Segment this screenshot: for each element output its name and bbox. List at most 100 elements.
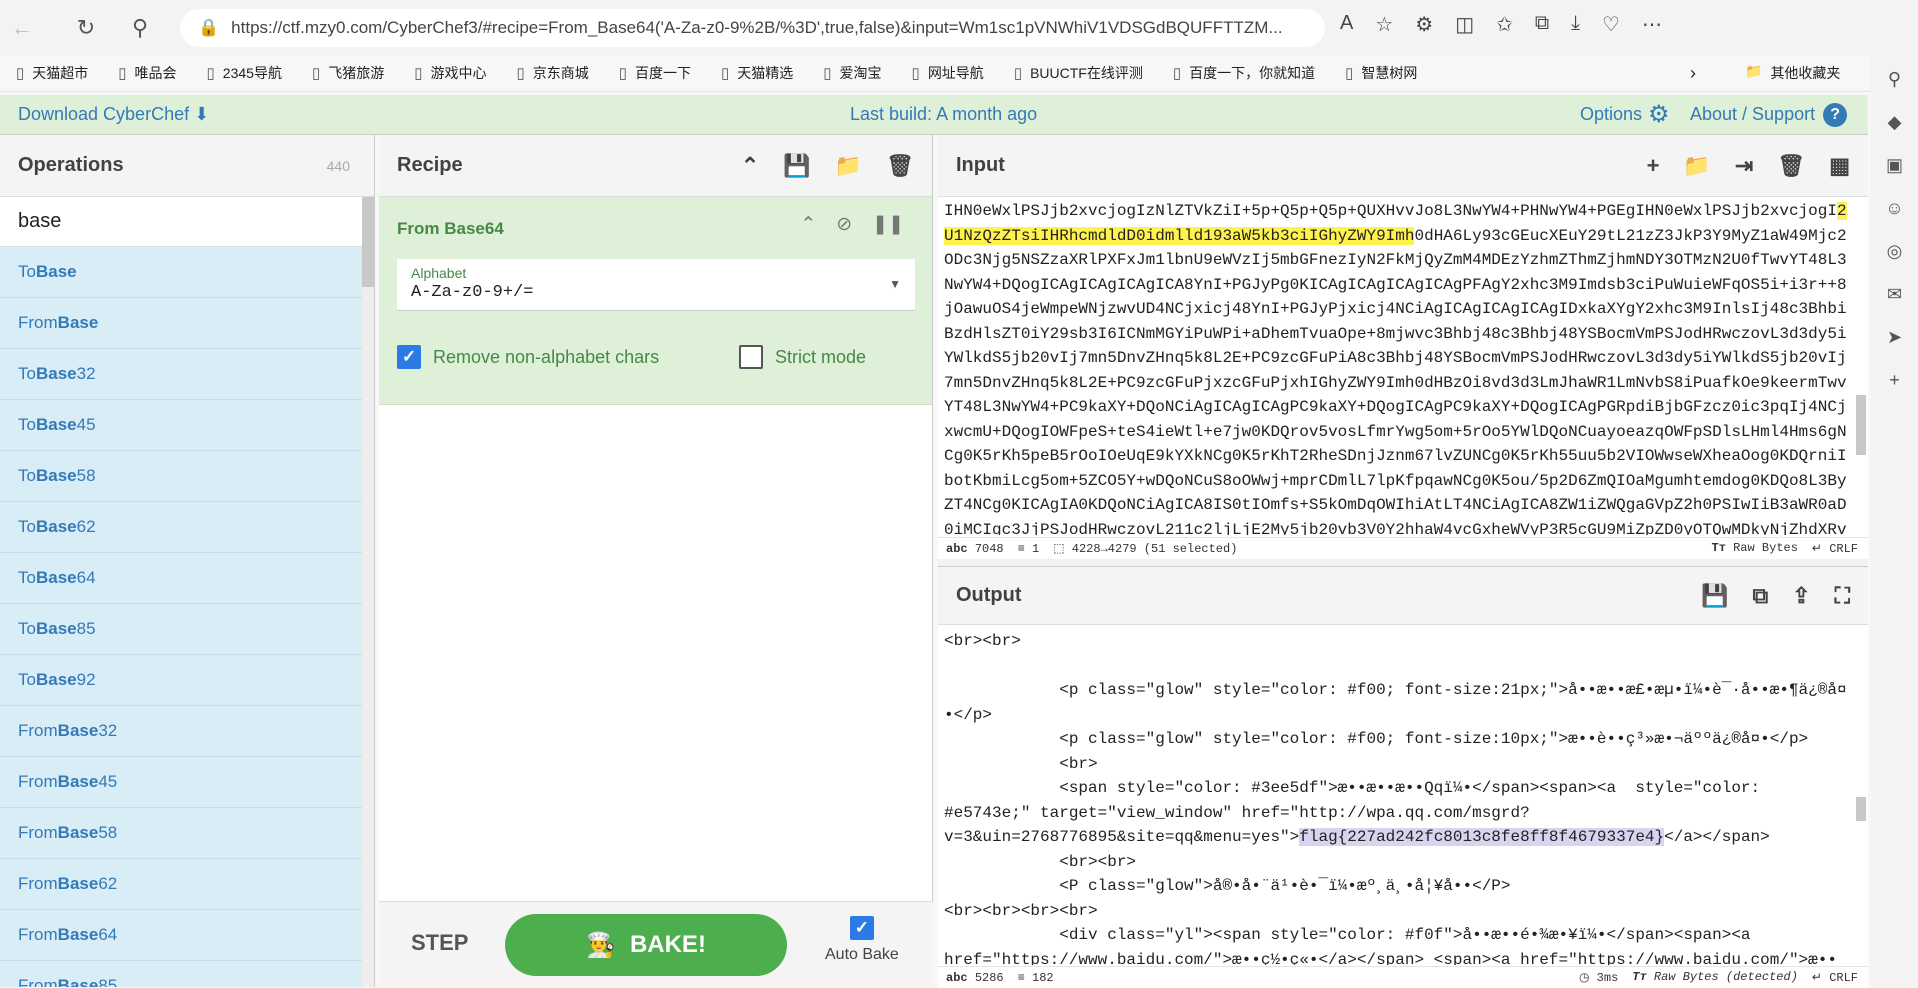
operation-item[interactable]: From Base 32	[0, 706, 363, 757]
operation-item[interactable]: To Base 62	[0, 502, 363, 553]
operation-item[interactable]: To Base 92	[0, 655, 363, 706]
operation-item[interactable]: From Base 85	[0, 961, 363, 987]
download-link[interactable]: Download CyberChef ⬇	[18, 104, 209, 125]
disable-icon[interactable]: ⊘	[836, 213, 852, 236]
operation-item[interactable]: To Base 45	[0, 400, 363, 451]
encoding-button[interactable]: Tт Raw Bytes (detected)	[1632, 970, 1798, 985]
favorite-icon[interactable]: ☆	[1375, 12, 1393, 37]
pause-icon[interactable]: ❚❚	[872, 213, 904, 236]
alphabet-select[interactable]: Alphabet A-Za-z0-9+/= ▼	[397, 259, 915, 311]
reload-icon[interactable]: ↻	[64, 15, 108, 41]
bookmark-item[interactable]: ▯ 2345导航	[207, 63, 282, 83]
bookmark-item[interactable]: ▯ 爱淘宝	[823, 63, 881, 83]
bookmark-item[interactable]: ▯ 唯品会	[118, 63, 176, 83]
eol-button[interactable]: ↵ CRLF	[1812, 970, 1858, 985]
collapse-icon[interactable]: ⌃	[800, 213, 816, 236]
favorites-icon[interactable]: ✩	[1496, 12, 1513, 37]
send-icon[interactable]: ➤	[1887, 327, 1902, 348]
tag-icon[interactable]: ◆	[1888, 112, 1902, 133]
output-scrollbar[interactable]	[1856, 797, 1866, 821]
collections-icon[interactable]: ⧉	[1535, 12, 1549, 37]
operation-item[interactable]: To Base 58	[0, 451, 363, 502]
bookmark-item[interactable]: ▯ 游戏中心	[414, 63, 486, 83]
bookmark-item[interactable]: ▯ 智慧树网	[1345, 63, 1417, 83]
output-text[interactable]: <br><br> <p class="glow" style="color: #…	[944, 629, 1848, 965]
bookmark-item[interactable]: ▯ 天猫超市	[16, 63, 88, 83]
bookmark-item[interactable]: ▯ 百度一下	[619, 63, 691, 83]
bookmark-item[interactable]: ▯ 京东商城	[516, 63, 588, 83]
operation-item[interactable]: From Base	[0, 298, 363, 349]
about-button[interactable]: About / Support?	[1690, 102, 1848, 127]
open-folder-icon[interactable]: 📁	[1683, 153, 1710, 179]
trash-icon[interactable]: 🗑	[886, 153, 914, 179]
checkbox-checked-icon: ✓	[397, 345, 421, 369]
add-tab-icon[interactable]: +	[1647, 153, 1660, 179]
outlook-icon[interactable]: ✉	[1887, 284, 1902, 305]
operations-count: 440	[326, 157, 350, 174]
extensions-icon[interactable]: ⚙	[1415, 12, 1433, 37]
output-line: <br><br>	[944, 632, 1021, 650]
bookmark-item[interactable]: ▯ 天猫精选	[721, 63, 793, 83]
output-line: <P class="glow">å®•å•¨ä¹•è•¯ï¼•æº¸ä¸•å¦¥…	[944, 877, 1511, 895]
read-aloud-icon[interactable]: A	[1340, 12, 1353, 37]
operation-item[interactable]: To Base 32	[0, 349, 363, 400]
health-icon[interactable]: ♡	[1602, 12, 1620, 37]
address-bar[interactable]: 🔒 https://ctf.mzy0.com/CyberChef3/#recipe…	[180, 9, 1325, 47]
output-line: <span style="color: #3ee5df">æ••æ••æ••Qq…	[944, 779, 1761, 797]
trash-icon[interactable]: 🗑	[1777, 153, 1805, 179]
add-icon[interactable]: +	[1889, 370, 1900, 391]
downloads-icon[interactable]: ⤓	[1571, 12, 1580, 37]
operation-item[interactable]: To Base 64	[0, 553, 363, 604]
options-button[interactable]: Options ⚙	[1580, 100, 1670, 129]
save-icon[interactable]: 💾	[1701, 583, 1728, 609]
lock-icon: 🔒	[198, 18, 220, 37]
bookmark-item[interactable]: ▯ BUUCTF在线评测	[1014, 63, 1143, 83]
operation-item[interactable]: To Base	[0, 247, 363, 298]
eol-button[interactable]: ↵ CRLF	[1812, 541, 1858, 556]
more-icon[interactable]: ⋯	[1642, 12, 1662, 37]
operation-item[interactable]: To Base 85	[0, 604, 363, 655]
other-bookmarks[interactable]: 📁 其他收藏夹	[1745, 63, 1840, 83]
folder-icon[interactable]: 📁	[835, 153, 862, 179]
back-icon[interactable]: ←	[0, 15, 44, 41]
toolbox-icon[interactable]: ▣	[1886, 155, 1903, 176]
more-bookmarks-icon[interactable]: ›	[1690, 63, 1696, 84]
output-line: <br><br>	[944, 852, 1137, 871]
split-screen-icon[interactable]: ◫	[1455, 12, 1474, 37]
operation-item[interactable]: From Base 58	[0, 808, 363, 859]
panel-resize-handle[interactable]	[938, 559, 1868, 566]
layout-icon[interactable]: ▦	[1829, 153, 1850, 179]
copy-icon[interactable]: ⧉	[1752, 583, 1768, 609]
operations-scrollbar[interactable]	[362, 197, 374, 987]
strict-mode-checkbox[interactable]: Strict mode	[739, 345, 866, 369]
step-button[interactable]: STEP	[411, 930, 468, 956]
search-icon[interactable]: ⚲	[1888, 69, 1901, 90]
input-scrollbar[interactable]	[1856, 395, 1866, 455]
save-icon[interactable]: 💾	[783, 153, 810, 179]
people-icon[interactable]: ☺	[1885, 198, 1903, 219]
url-text: https://ctf.mzy0.com/CyberChef3/#recipe=…	[231, 18, 1283, 37]
operations-panel: Operations 440 base To Base From Base To Ba…	[0, 135, 375, 987]
operation-item[interactable]: From Base 64	[0, 910, 363, 961]
encoding-button[interactable]: Tт Raw Bytes	[1712, 541, 1798, 556]
operations-search-input[interactable]: base	[0, 197, 363, 247]
last-build: Last build: A month ago	[850, 104, 1038, 124]
operation-item[interactable]: From Base 45	[0, 757, 363, 808]
output-line: href="https://www.baidu.com/">æ••ç½•ç«•<…	[944, 950, 1837, 966]
length-stat: abc 7048	[946, 541, 1004, 556]
replace-input-icon[interactable]: ⇪	[1792, 583, 1810, 609]
bookmark-item[interactable]: ▯ 飞猪旅游	[312, 63, 384, 83]
collapse-icon[interactable]: ⌃	[741, 153, 759, 179]
auto-bake-checkbox[interactable]: ✓ Auto Bake	[825, 916, 899, 964]
remove-non-alphabet-checkbox[interactable]: ✓ Remove non-alphabet chars	[397, 345, 659, 369]
bookmark-item[interactable]: ▯ 网址导航	[912, 63, 984, 83]
bake-button[interactable]: 👨‍🍳 BAKE!	[505, 914, 787, 976]
bookmark-item[interactable]: ▯ 百度一下，你就知道	[1173, 63, 1315, 83]
maximize-icon[interactable]: ⛶	[1835, 583, 1850, 609]
input-textarea[interactable]: IHN0eWxlPSJjb2xvcjogIzNlZTVkZiI+5p+Q5p+Q…	[944, 199, 1848, 535]
operation-item[interactable]: From Base 62	[0, 859, 363, 910]
office-icon[interactable]: ◎	[1887, 241, 1903, 262]
search-icon[interactable]: ⚲	[118, 15, 162, 41]
open-file-icon[interactable]: ⇥	[1735, 153, 1753, 179]
